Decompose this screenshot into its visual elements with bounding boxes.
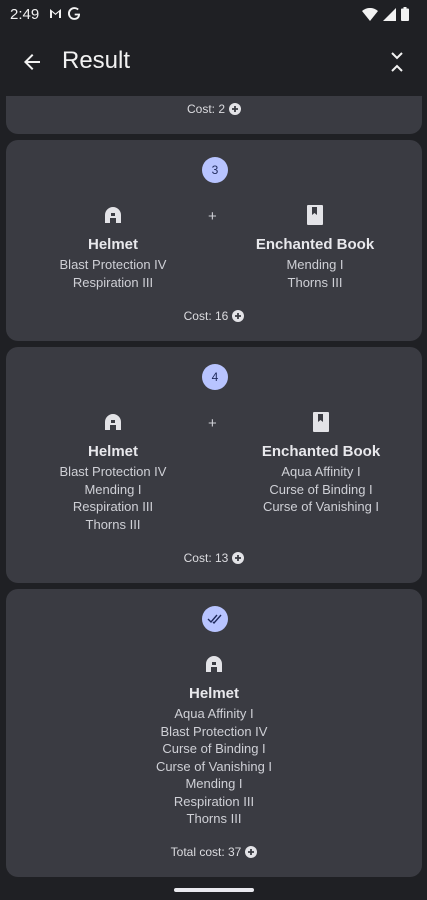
left-item: Helmet Blast Protection IV Respiration I… (49, 204, 177, 291)
total-cost-text: Total cost: 37 (170, 845, 242, 859)
coin-icon (229, 103, 241, 115)
enchant-text: Aqua Affinity I (281, 464, 361, 479)
item-name: Helmet (188, 685, 240, 702)
coin-icon (232, 310, 245, 322)
left-item: Helmet Blast Protection IV Mending I Res… (49, 411, 177, 533)
enchant-text: Blast Protection IV (59, 464, 167, 479)
enchant-text: Respiration III (173, 793, 255, 809)
app-bar: Result (0, 30, 427, 95)
enchant-text: Mending I (185, 776, 243, 791)
enchant-text: Thorns III (287, 274, 343, 290)
collapse-icon[interactable] (386, 50, 408, 74)
helmet-icon (206, 656, 222, 672)
step-badge: 3 (202, 157, 228, 183)
gmail-icon (50, 9, 61, 18)
step-card-4: 4 Helmet Blast Protection IV Mending I R… (6, 347, 422, 583)
step-card-partial: Cost: 2 (6, 96, 422, 134)
coin-icon (232, 552, 245, 564)
book-icon (313, 412, 329, 432)
final-badge (202, 606, 228, 632)
cost-line: Cost: 13 (6, 551, 422, 565)
helmet-icon (105, 414, 121, 430)
double-check-icon (207, 614, 222, 625)
plus-sign: + (208, 208, 217, 225)
coin-icon (245, 846, 258, 858)
enchant-text: Aqua Affinity I (174, 706, 254, 721)
item-name: Enchanted Book (255, 236, 375, 253)
enchant-text: Respiration III (72, 274, 154, 290)
enchant-text: Curse of Binding I (269, 481, 373, 497)
status-bar: 2:49 (0, 0, 427, 30)
final-item: Helmet Aqua Affinity I Blast Protection … (134, 653, 294, 828)
enchant-text: Respiration III (72, 499, 154, 514)
item-name: Helmet (87, 443, 139, 460)
total-cost-line: Total cost: 37 (6, 845, 422, 859)
cost-line: Cost: 16 (6, 309, 422, 323)
enchant-text: Mending I (84, 481, 142, 497)
cost-line: Cost: 2 (6, 102, 422, 116)
battery-icon (401, 7, 409, 21)
step-card-3: 3 Helmet Blast Protection IV Respiration… (6, 140, 422, 341)
enchant-text: Thorns III (186, 811, 242, 826)
right-item: Enchanted Book Aqua Affinity I Curse of … (246, 411, 396, 516)
back-arrow-icon[interactable] (20, 50, 44, 74)
google-icon (68, 7, 81, 20)
book-icon (307, 205, 323, 225)
status-time: 2:49 (10, 6, 40, 23)
cost-text: Cost: 2 (186, 102, 225, 116)
home-indicator[interactable] (174, 888, 254, 892)
enchant-text: Blast Protection IV (59, 257, 167, 272)
item-name: Helmet (87, 236, 139, 253)
enchant-text: Curse of Binding I (162, 741, 266, 756)
cost-text: Cost: 16 (183, 309, 229, 323)
enchant-text: Mending I (286, 257, 344, 272)
signal-icon (383, 7, 396, 21)
cost-text: Cost: 13 (183, 551, 229, 565)
enchant-text: Thorns III (85, 516, 141, 532)
final-result-card: Helmet Aqua Affinity I Blast Protection … (6, 589, 422, 877)
enchant-text: Blast Protection IV (160, 723, 268, 739)
plus-sign: + (208, 415, 217, 432)
enchant-text: Curse of Vanishing I (262, 499, 380, 514)
helmet-icon (105, 207, 121, 223)
wifi-icon (362, 7, 378, 21)
step-badge: 4 (202, 364, 228, 390)
right-item: Enchanted Book Mending I Thorns III (251, 204, 379, 291)
page-title: Result (62, 47, 131, 74)
item-name: Enchanted Book (261, 443, 381, 460)
enchant-text: Curse of Vanishing I (155, 758, 273, 774)
